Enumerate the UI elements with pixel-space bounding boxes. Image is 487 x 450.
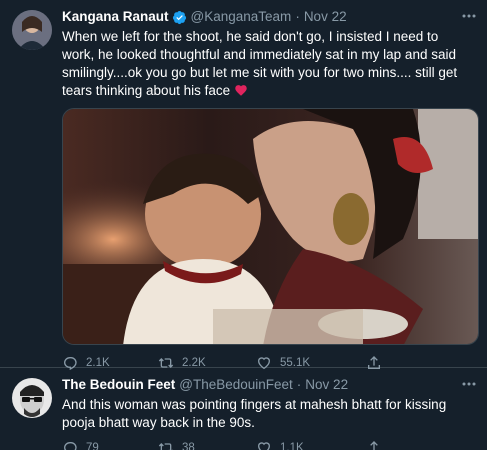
- reply-icon: [63, 442, 77, 450]
- heart-icon: [257, 442, 271, 450]
- tweet-photo[interactable]: [62, 108, 479, 345]
- share-icon: [368, 441, 380, 450]
- more-options-icon[interactable]: [461, 376, 477, 392]
- timestamp[interactable]: Nov 22: [305, 376, 348, 394]
- author-handle[interactable]: @TheBedouinFeet: [179, 376, 293, 394]
- tweet-header: Kangana Ranaut @KanganaTeam · Nov 22: [62, 8, 475, 26]
- photo-image: [63, 109, 478, 344]
- share-button[interactable]: [366, 440, 406, 450]
- reply-count: 79: [86, 442, 99, 450]
- verified-badge-icon: [172, 10, 186, 24]
- tweet-kangana[interactable]: Kangana Ranaut @KanganaTeam · Nov 22 Whe…: [0, 0, 487, 371]
- retweet-icon: [158, 443, 173, 450]
- avatar[interactable]: [12, 10, 52, 50]
- separator: ·: [296, 377, 302, 392]
- more-options-icon[interactable]: [461, 8, 477, 24]
- separator: ·: [295, 9, 300, 24]
- retweet-count: 38: [182, 442, 195, 450]
- tweet-actions: 79 38 1.1K: [62, 439, 475, 450]
- retweet-button[interactable]: 38: [158, 440, 256, 450]
- author-handle[interactable]: @KanganaTeam: [191, 8, 292, 26]
- avatar[interactable]: [12, 378, 52, 418]
- red-heart-icon: [235, 85, 247, 96]
- tweet-text: And this woman was pointing fingers at m…: [62, 397, 447, 430]
- author-name[interactable]: Kangana Ranaut: [62, 8, 169, 26]
- tweet-header: The Bedouin Feet @TheBedouinFeet · Nov 2…: [62, 376, 475, 394]
- reply-button[interactable]: 79: [62, 440, 158, 450]
- tweet-body: When we left for the shoot, he said don'…: [62, 29, 458, 98]
- like-count: 1.1K: [280, 442, 304, 450]
- tweet-text: When we left for the shoot, he said don'…: [62, 28, 475, 100]
- tweet-reply-bedouin[interactable]: The Bedouin Feet @TheBedouinFeet · Nov 2…: [0, 368, 487, 450]
- author-name[interactable]: The Bedouin Feet: [62, 376, 175, 394]
- timestamp[interactable]: Nov 22: [304, 8, 347, 26]
- like-button[interactable]: 1.1K: [256, 440, 366, 450]
